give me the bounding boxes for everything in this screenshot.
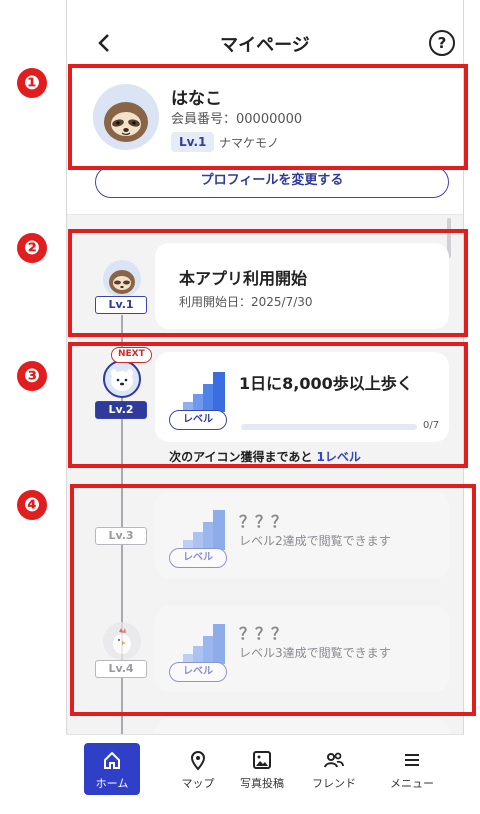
help-icon[interactable]: ?: [429, 30, 455, 56]
annotation-marker-1: ❶: [17, 68, 47, 98]
nav-menu-label: メニュー: [390, 777, 434, 790]
home-icon: [104, 751, 120, 769]
map-pin-icon: [190, 751, 206, 771]
edit-profile-button[interactable]: プロフィールを変更する: [95, 166, 449, 198]
nav-home[interactable]: ホーム: [84, 743, 140, 795]
nav-map-label: マップ: [181, 777, 215, 790]
friends-icon: [324, 752, 344, 768]
header: マイページ ?: [67, 22, 463, 66]
bottom-nav: ホーム マップ 写真投稿 フレンド メニュー: [66, 734, 464, 814]
nav-photo-label: 写真投稿: [240, 777, 284, 790]
menu-icon: [405, 754, 419, 766]
page-title: マイページ: [220, 35, 310, 56]
annotation-box-1: [68, 64, 468, 170]
annotation-marker-3: ❸: [17, 361, 47, 391]
nav-home-label: ホーム: [95, 777, 129, 790]
nav-friend-label: フレンド: [312, 777, 356, 790]
annotation-marker-4: ❹: [17, 490, 47, 520]
annotation-box-3: [68, 342, 468, 468]
annotation-marker-2: ❷: [17, 233, 47, 263]
nav-photo[interactable]: 写真投稿: [234, 743, 290, 795]
annotation-box-2: [68, 229, 468, 337]
image-icon: [253, 751, 271, 769]
annotation-box-4: [70, 484, 476, 716]
nav-friend[interactable]: フレンド: [306, 743, 362, 795]
nav-menu[interactable]: メニュー: [384, 743, 440, 795]
nav-map[interactable]: マップ: [170, 743, 226, 795]
